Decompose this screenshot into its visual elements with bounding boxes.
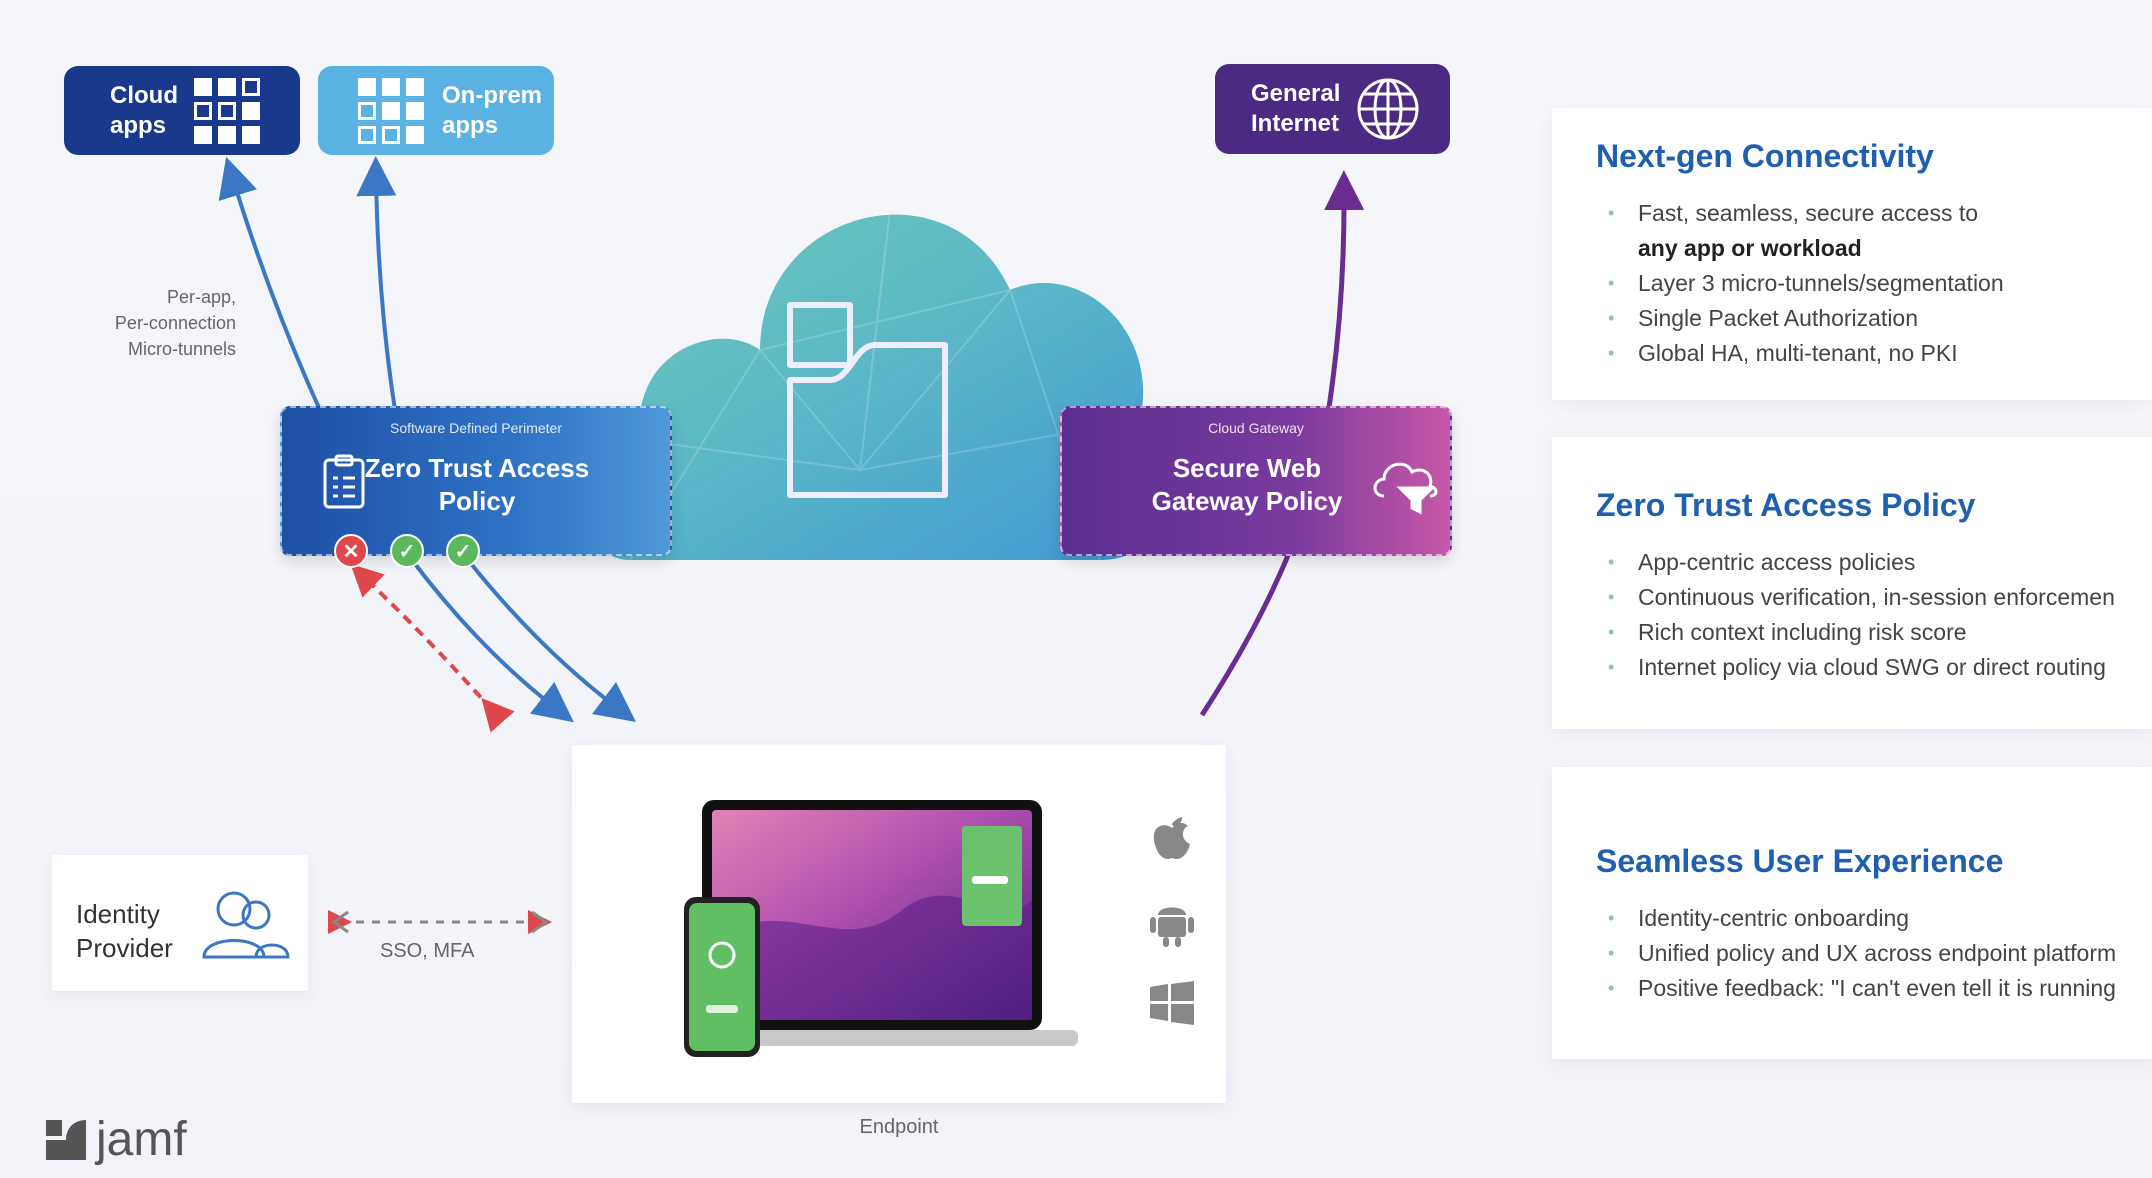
list-item: Unified policy and UX across endpoint pl… [1608, 936, 2116, 971]
swg-subtitle: Cloud Gateway [1208, 420, 1304, 436]
panel-seamless-user-experience: Seamless User Experience Identity-centri… [1552, 767, 2152, 1059]
cloud-apps-label-1: Cloud [110, 81, 178, 109]
sso-mfa-label: SSO, MFA [380, 940, 475, 962]
arrow-to-onprem-apps [356, 156, 397, 411]
list-item: Continuous verification, in-session enfo… [1608, 580, 2115, 615]
arrow-blocked [350, 563, 515, 733]
onprem-apps-box: On-prem apps [318, 66, 554, 155]
cloud-apps-box: Cloud apps [64, 66, 300, 155]
allowed-status-icon: ✓ [446, 534, 480, 568]
cloud-apps-label-2: apps [110, 111, 167, 139]
tunnels-label: Per-app, Per-connection Micro-tunnels [114, 287, 236, 359]
zt-subtitle: Software Defined Perimeter [390, 420, 562, 436]
secure-web-gateway-policy-box: Cloud Gateway Secure Web Gateway Policy [1060, 406, 1452, 556]
list-item: Internet policy via cloud SWG or direct … [1608, 650, 2115, 685]
list-item: App-centric access policies [1608, 545, 2115, 580]
panel-list: App-centric access policies Continuous v… [1608, 545, 2115, 685]
internet-label-1: General [1251, 80, 1341, 107]
list-item: Fast, seamless, secure access to [1608, 196, 2004, 231]
panel-title: Seamless User Experience [1596, 843, 2004, 879]
endpoint-label: Endpoint [859, 1116, 939, 1138]
arrow-to-cloud-apps [218, 156, 322, 411]
android-icon [1150, 907, 1194, 947]
list-item: any app or workload [1638, 235, 1862, 261]
identity-provider-card: Identity Provider [52, 855, 308, 991]
apps-grid-icon [358, 78, 424, 144]
jamf-logo: jamf [46, 1112, 187, 1167]
panel-list: Fast, seamless, secure access to any app… [1608, 196, 2004, 371]
cloud-filter-icon [1373, 462, 1438, 515]
onprem-apps-label-1: On-prem [442, 81, 543, 109]
phone-illustration [684, 897, 760, 1057]
list-item: Global HA, multi-tenant, no PKI [1608, 336, 2004, 371]
list-item: Rich context including risk score [1608, 615, 2115, 650]
allowed-status-icon: ✓ [390, 534, 424, 568]
apps-grid-icon [194, 78, 260, 144]
zero-trust-policy-box: Software Defined Perimeter Zero Trust Ac… [280, 406, 672, 556]
brand-wordmark: jamf [96, 1113, 187, 1166]
clipboard-icon [323, 454, 365, 509]
blocked-status-icon: ✕ [334, 534, 368, 568]
panel-title: Zero Trust Access Policy [1596, 487, 1976, 523]
endpoint-card [572, 745, 1226, 1103]
identity-label: Identity Provider [76, 899, 173, 963]
windows-icon [1150, 981, 1194, 1025]
users-icon [202, 891, 290, 959]
panel-next-gen-connectivity: Next-gen Connectivity Fast, seamless, se… [1552, 108, 2152, 400]
arrow-allowed-2 [466, 558, 636, 723]
zt-title: Zero Trust Access Policy [364, 453, 590, 516]
globe-icon [1357, 78, 1419, 140]
list-item: Layer 3 micro-tunnels/segmentation [1608, 266, 2004, 301]
panel-list: Identity-centric onboarding Unified poli… [1608, 901, 2116, 1006]
panel-zero-trust-access-policy: Zero Trust Access Policy App-centric acc… [1552, 437, 2152, 729]
list-item: Single Packet Authorization [1608, 301, 2004, 336]
swg-title: Secure Web Gateway Policy [1151, 453, 1343, 516]
jamf-logo-icon [46, 1119, 86, 1160]
apple-icon [1153, 817, 1190, 860]
internet-label-2: Internet [1251, 110, 1340, 137]
list-item: Identity-centric onboarding [1608, 901, 2116, 936]
list-item: Positive feedback: "I can't even tell it… [1608, 971, 2116, 1006]
onprem-apps-label-2: apps [442, 111, 499, 139]
panel-title: Next-gen Connectivity [1596, 138, 1934, 174]
general-internet-box: General Internet [1215, 64, 1450, 154]
